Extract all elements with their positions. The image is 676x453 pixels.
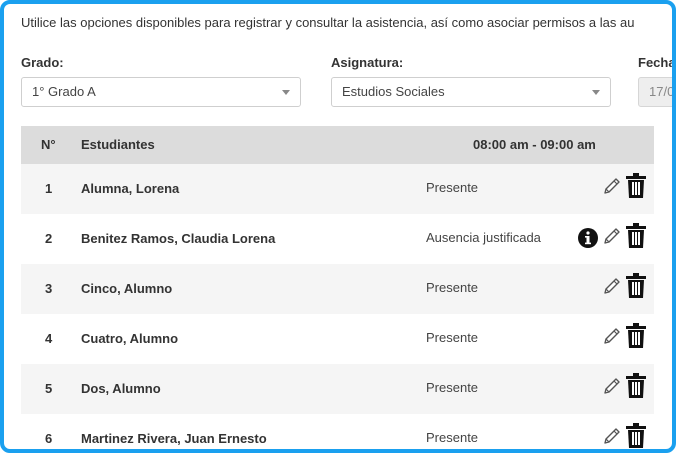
attendance-panel: Utilice las opciones disponibles para re… — [0, 0, 676, 453]
trash-icon[interactable] — [625, 273, 647, 299]
row-number: 3 — [45, 281, 53, 296]
attendance-status: Presente — [426, 330, 479, 345]
attendance-status: Ausencia justificada — [426, 230, 541, 245]
trash-icon[interactable] — [625, 323, 647, 349]
pencil-icon[interactable] — [601, 275, 623, 297]
attendance-status: Presente — [426, 280, 479, 295]
student-name: Cinco, Alumno — [81, 281, 173, 296]
grado-select[interactable]: 1° Grado A — [21, 77, 301, 107]
header-time: 08:00 am - 09:00 am — [473, 137, 596, 152]
attendance-status: Presente — [426, 430, 479, 445]
student-name: Alumna, Lorena — [81, 181, 180, 196]
table-row: 6 Martinez Rivera, Juan Ernesto Presente — [21, 414, 654, 449]
row-number: 4 — [45, 331, 53, 346]
table-row: 4 Cuatro, Alumno Presente — [21, 314, 654, 364]
row-number: 6 — [45, 431, 53, 446]
asignatura-select[interactable]: Estudios Sociales — [331, 77, 611, 107]
pencil-icon[interactable] — [601, 375, 623, 397]
row-number: 5 — [45, 381, 53, 396]
header-num: N° — [41, 137, 56, 152]
table-header: N° Estudiantes 08:00 am - 09:00 am — [21, 126, 654, 164]
table-row: 5 Dos, Alumno Presente — [21, 364, 654, 414]
row-number: 1 — [45, 181, 53, 196]
grado-select-value: 1° Grado A — [32, 84, 96, 99]
intro-text: Utilice las opciones disponibles para re… — [21, 15, 635, 30]
table-row: 2 Benitez Ramos, Claudia Lorena Ausencia j… — [21, 214, 654, 264]
trash-icon[interactable] — [625, 173, 647, 199]
trash-icon[interactable] — [625, 373, 647, 399]
grado-label: Grado: — [21, 55, 64, 70]
asignatura-select-value: Estudios Sociales — [342, 84, 445, 99]
pencil-icon[interactable] — [601, 425, 623, 447]
attendance-status: Presente — [426, 380, 479, 395]
pencil-icon[interactable] — [601, 325, 623, 347]
pencil-icon[interactable] — [601, 175, 623, 197]
asignatura-label: Asignatura: — [331, 55, 404, 70]
student-name: Cuatro, Alumno — [81, 331, 179, 346]
header-students: Estudiantes — [81, 137, 155, 152]
fecha-input-value: 17/0 — [649, 84, 675, 99]
chevron-down-icon — [592, 90, 600, 95]
pencil-icon[interactable] — [601, 225, 623, 247]
row-number: 2 — [45, 231, 53, 246]
student-name: Dos, Alumno — [81, 381, 161, 396]
student-name: Martinez Rivera, Juan Ernesto — [81, 431, 267, 446]
trash-icon[interactable] — [625, 423, 647, 449]
table-row: 1 Alumna, Lorena Presente — [21, 164, 654, 214]
student-name: Benitez Ramos, Claudia Lorena — [81, 231, 276, 246]
chevron-down-icon — [282, 90, 290, 95]
table-row: 3 Cinco, Alumno Presente — [21, 264, 654, 314]
info-icon[interactable] — [577, 227, 599, 249]
trash-icon[interactable] — [625, 223, 647, 249]
attendance-status: Presente — [426, 180, 479, 195]
fecha-label: Fecha — [638, 55, 676, 70]
fecha-input[interactable]: 17/0 — [638, 77, 675, 107]
